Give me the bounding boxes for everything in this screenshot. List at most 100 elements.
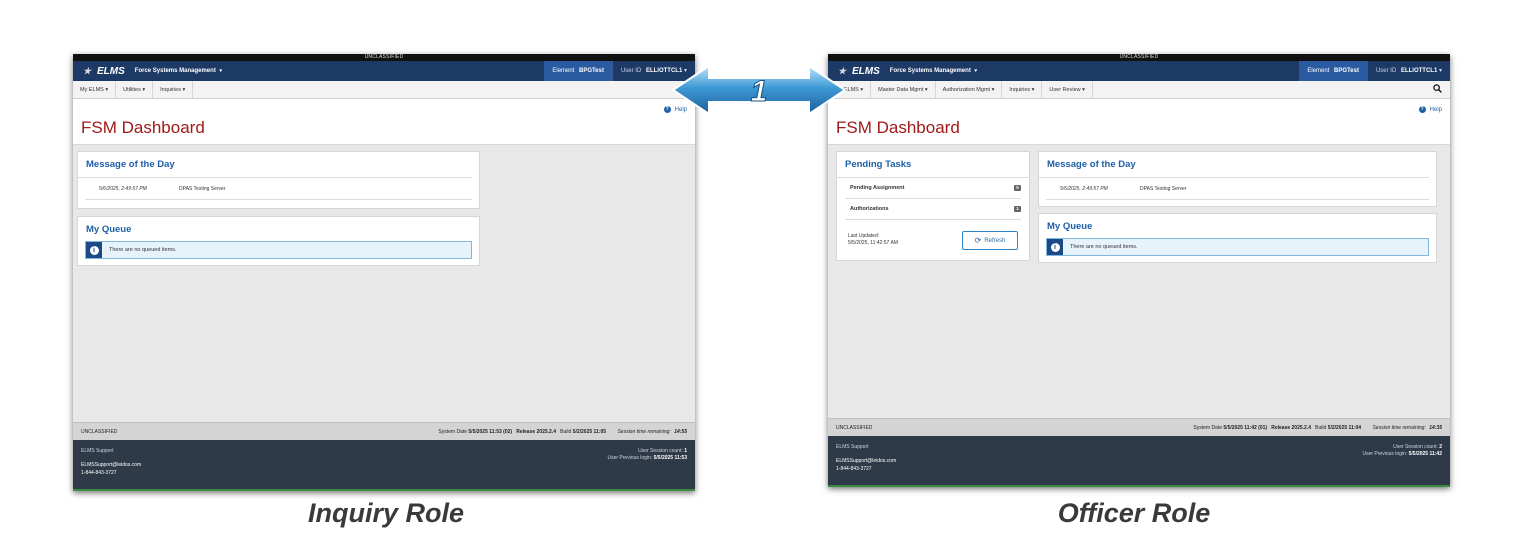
session-label: Session time remaining: <box>1372 425 1426 431</box>
my-queue-title: My Queue <box>1047 221 1093 232</box>
page-header: FSM Dashboard ? Help <box>828 99 1450 145</box>
my-queue-title: My Queue <box>86 224 132 235</box>
info-icon: i <box>86 242 102 258</box>
menu-utilities[interactable]: Utilities ▾ <box>116 80 154 99</box>
session-count: 1 <box>684 448 687 454</box>
last-updated-value: 5/5/2025, 11:42:57 AM <box>848 240 898 246</box>
session-remaining: 14:55 <box>674 429 687 435</box>
build: 5/2/2025 11:05 <box>572 429 607 435</box>
motd-text: DPAS Testing Server <box>1140 186 1187 192</box>
app-title: Force Systems Management <box>134 68 216 74</box>
prev-login: 5/5/2025 11:53 <box>653 455 687 461</box>
footer-accent <box>828 485 1450 487</box>
motd-date: 5/6/2025, 2:49:57 PM <box>1060 186 1108 192</box>
help-icon: ? <box>663 106 671 113</box>
info-icon: i <box>1047 239 1063 255</box>
app-title: Force Systems Management <box>889 68 971 74</box>
classification-banner: UNCLASSIFIED <box>828 54 1450 61</box>
system-date-label: System Date <box>1193 425 1223 431</box>
element-value: BPGTest <box>579 68 604 74</box>
user-label: User ID <box>1375 68 1397 74</box>
app-title-menu[interactable]: Force Systems Management ▾ <box>135 68 222 74</box>
session-count-label: User Session count: <box>638 448 683 454</box>
motd-text: DPAS Testing Server <box>179 186 226 192</box>
menu-my-elms[interactable]: My ELMS ▾ <box>73 80 117 99</box>
element-selector[interactable]: Element BPGTest <box>544 61 612 81</box>
session-remaining: 14:35 <box>1429 425 1442 431</box>
dashboard-content: Pending Tasks Pending Assignment 0 Autho… <box>828 145 1450 415</box>
eagle-icon: ★ <box>83 65 92 76</box>
last-updated: Last Updated: 5/5/2025, 11:42:57 AM <box>848 233 898 247</box>
chevron-down-icon: ▾ <box>1438 68 1442 74</box>
my-queue-card: My Queue i There are no queued items. <box>77 216 480 266</box>
refresh-icon: ⟳ <box>974 236 982 245</box>
logo-text: ELMS <box>97 65 125 77</box>
element-selector[interactable]: Element BPGTest <box>1299 61 1367 81</box>
queue-empty-alert: i There are no queued items. <box>85 241 472 259</box>
logo-text: ELMS <box>852 65 880 77</box>
help-link[interactable]: ? Help <box>1418 106 1442 113</box>
main-menu: My ELMS ▾ Master Data Mgmt ▾ Authorizati… <box>828 80 1450 99</box>
queue-empty-message: There are no queued items. <box>109 247 177 253</box>
menu-authorization-mgmt[interactable]: Authorization Mgmt ▾ <box>936 80 1003 99</box>
menu-user-review[interactable]: User Review ▾ <box>1042 80 1093 99</box>
task-row-pending-assignment[interactable]: Pending Assignment 0 <box>845 178 1021 199</box>
element-value: BPGTest <box>1334 68 1359 74</box>
search-icon[interactable] <box>1433 84 1442 93</box>
officer-role-screenshot: UNCLASSIFIED ★ ELMS Force Systems Manage… <box>828 54 1450 487</box>
pending-tasks-card: Pending Tasks Pending Assignment 0 Autho… <box>836 151 1030 261</box>
elms-logo[interactable]: ★ ELMS <box>83 66 125 77</box>
task-count-badge: 0 <box>1014 185 1021 191</box>
support-phone: 1-844-843-3727 <box>836 466 872 472</box>
app-title-menu[interactable]: Force Systems Management ▾ <box>890 68 977 74</box>
footer-accent <box>73 489 695 491</box>
queue-empty-message: There are no queued items. <box>1070 244 1138 250</box>
support-phone: 1-844-843-3727 <box>81 470 117 476</box>
motd-card: Message of the Day 5/6/2025, 2:49:57 PM … <box>1038 151 1437 207</box>
task-row-authorizations[interactable]: Authorizations 1 <box>845 199 1021 220</box>
prev-login: 5/5/2025 11:42 <box>1408 451 1442 457</box>
support-email[interactable]: ELMSSupport@leidos.com <box>836 458 896 464</box>
double-arrow-icon: 1 <box>671 64 847 116</box>
step-number: 1 <box>751 75 768 108</box>
prev-login-label: User Previous login: <box>607 455 653 461</box>
motd-date: 5/6/2025, 2:49:57 PM <box>99 186 147 192</box>
user-menu[interactable]: User ID ELLIOTTCL1 ▾ <box>1366 61 1450 81</box>
queue-empty-alert: i There are no queued items. <box>1046 238 1429 256</box>
support-heading: ELMS Support <box>81 448 114 454</box>
release-label: Release <box>1271 425 1291 431</box>
build-label: Build <box>560 429 572 435</box>
session-label: Session time remaining: <box>617 429 671 435</box>
menu-inquiries[interactable]: Inquiries ▾ <box>153 80 194 99</box>
user-label: User ID <box>620 68 642 74</box>
build-label: Build <box>1315 425 1327 431</box>
menu-inquiries[interactable]: Inquiries ▾ <box>1002 80 1043 99</box>
status-classification: UNCLASSIFIED <box>836 425 873 431</box>
prev-login-label: User Previous login: <box>1362 451 1408 457</box>
session-info: User Session count: 1 User Previous logi… <box>607 448 687 462</box>
build: 5/2/2025 11:04 <box>1327 425 1362 431</box>
menu-master-data-mgmt[interactable]: Master Data Mgmt ▾ <box>871 80 936 99</box>
dashboard-content: Message of the Day 5/6/2025, 2:49:57 PM … <box>73 145 695 415</box>
status-classification: UNCLASSIFIED <box>81 429 118 435</box>
top-navbar: ★ ELMS Force Systems Management ▾ Elemen… <box>828 61 1450 81</box>
user-context: Element BPGTest User ID ELLIOTTCL1 ▾ <box>1299 61 1450 81</box>
pending-tasks-title: Pending Tasks <box>837 152 1029 178</box>
refresh-button[interactable]: ⟳ Refresh <box>962 231 1018 250</box>
last-updated-label: Last Updated: <box>848 233 880 239</box>
inquiry-role-screenshot: UNCLASSIFIED ★ ELMS Force Systems Manage… <box>73 54 695 491</box>
page-header: FSM Dashboard ? Help <box>73 99 695 145</box>
motd-card: Message of the Day 5/6/2025, 2:49:57 PM … <box>77 151 480 209</box>
task-count-badge: 1 <box>1014 206 1021 212</box>
refresh-label: Refresh <box>984 237 1006 244</box>
motd-title: Message of the Day <box>1039 152 1429 178</box>
user-value: ELLIOTTCL1 <box>1400 68 1438 74</box>
task-label: Authorizations <box>850 206 889 212</box>
chevron-down-icon: ▾ <box>974 68 977 74</box>
footer: ELMS Support ELMSSupport@leidos.com 1-84… <box>828 436 1450 487</box>
help-label: Help <box>1429 106 1442 113</box>
support-email[interactable]: ELMSSupport@leidos.com <box>81 462 141 468</box>
task-label: Pending Assignment <box>850 185 905 191</box>
classification-banner: UNCLASSIFIED <box>73 54 695 61</box>
page-title: FSM Dashboard <box>836 118 960 137</box>
